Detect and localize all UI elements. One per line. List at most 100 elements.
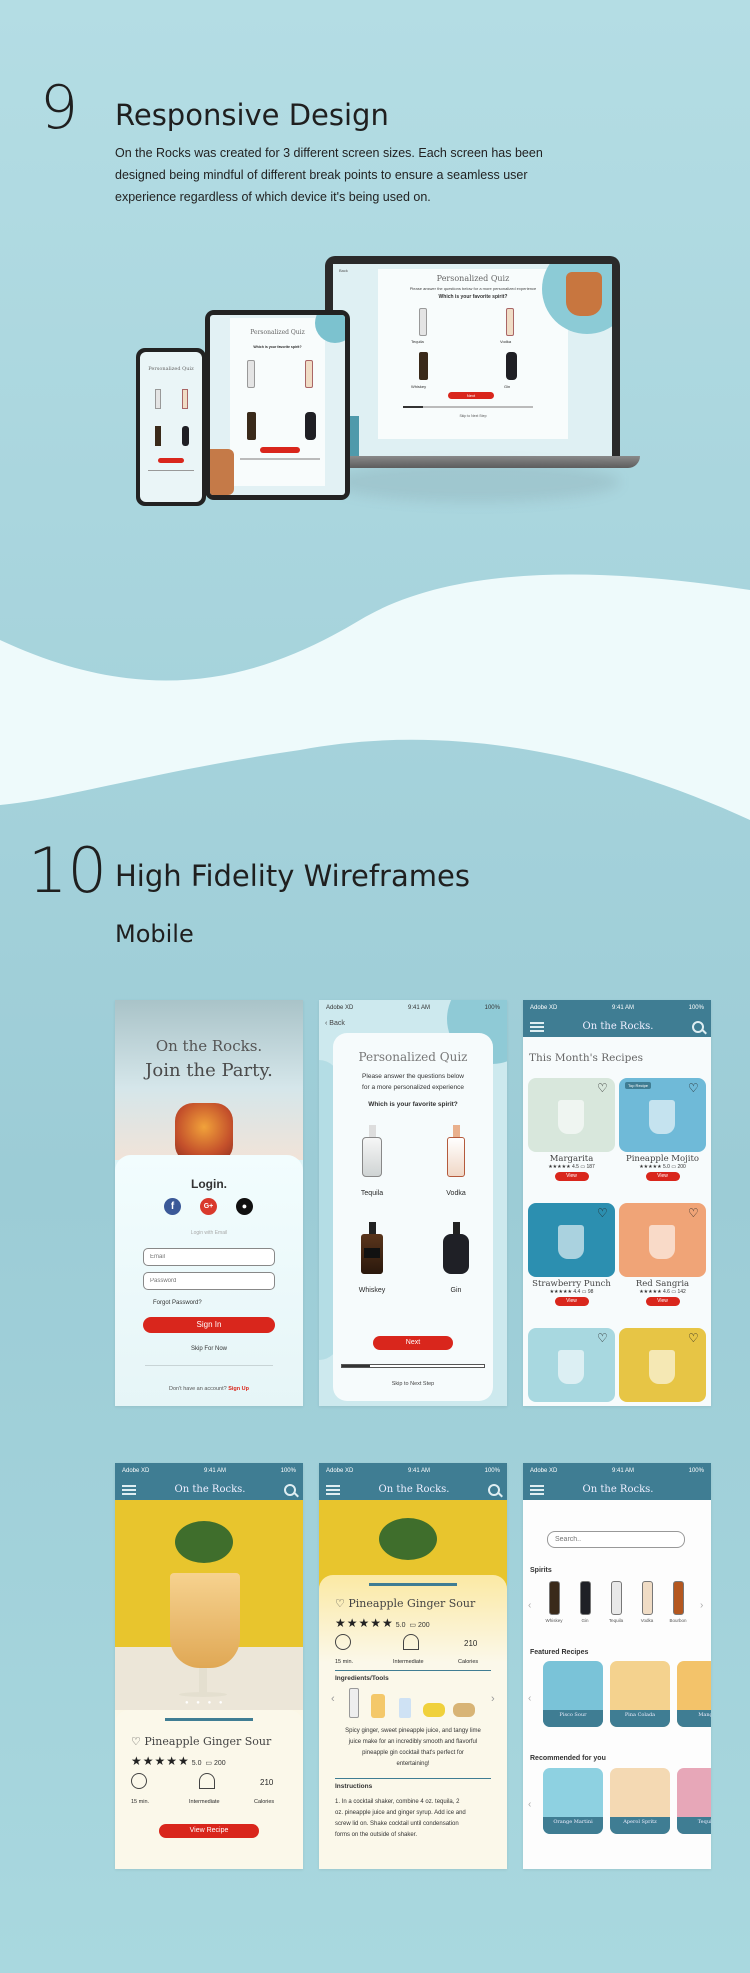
spirit-label: Vodka (640, 1618, 654, 1623)
bottle-image (579, 1581, 591, 1615)
recipe-name: Pisco Sour (543, 1710, 603, 1727)
sign-up-link[interactable]: Sign Up (228, 1386, 249, 1392)
recipe-rating: ★★★★★ 5.0 ▭ 200 (639, 1164, 686, 1170)
search-icon[interactable] (488, 1483, 500, 1496)
recipe-card[interactable]: ♡ (619, 1328, 706, 1402)
quiz-title: Personalized Quiz (358, 1050, 468, 1064)
heart-icon[interactable]: ♡ (688, 1207, 700, 1219)
heart-icon[interactable]: ♡ (597, 1082, 609, 1094)
skip-link[interactable]: Skip For Now (115, 1346, 303, 1352)
chevron-left-icon[interactable]: ‹ (331, 1693, 335, 1705)
menu-icon[interactable] (122, 1484, 136, 1495)
bottle-image (641, 1581, 653, 1615)
brand-title: On the Rocks. (378, 1484, 450, 1495)
brand-title: On the Rocks. (174, 1484, 246, 1495)
back-link[interactable]: ‹ Back (325, 1020, 345, 1027)
option-tequila[interactable]: Tequila (347, 1125, 397, 1197)
option-whiskey[interactable]: Whiskey (347, 1222, 397, 1294)
next-button[interactable]: Next (373, 1336, 453, 1350)
recipe-card[interactable]: Orange Martini (543, 1768, 603, 1834)
menu-icon[interactable] (326, 1484, 340, 1495)
phone-mockup: Personalized Quiz (136, 348, 206, 506)
heart-icon[interactable]: ♡ (597, 1332, 609, 1344)
recipe-card[interactable]: ♡ (528, 1203, 615, 1277)
heart-icon[interactable]: ♡ (131, 1735, 141, 1748)
recipe-name: Strawberry Punch (532, 1279, 611, 1289)
option-gin[interactable]: Gin (431, 1222, 481, 1294)
recipe-card[interactable]: ♡ (528, 1328, 615, 1402)
spirit-item[interactable]: Gin (570, 1581, 600, 1623)
view-button[interactable]: View (645, 1297, 680, 1306)
recipe-card[interactable]: Mango (677, 1661, 711, 1727)
featured-heading: Featured Recipes (530, 1649, 589, 1656)
clock-icon (131, 1773, 147, 1789)
skip-next-step[interactable]: Skip to Next Step (319, 1381, 507, 1387)
cocktail-glass (558, 1100, 584, 1134)
laptop-mockup: Back Personalized Quiz Please answer the… (325, 256, 620, 456)
menu-icon[interactable] (530, 1021, 544, 1032)
recipe-rating: ★★★★★ 4.4 ▭ 98 (549, 1289, 594, 1295)
chevron-left-icon[interactable]: ‹ (528, 1799, 531, 1810)
top-recipe-badge: Top Recipe (625, 1082, 652, 1089)
apple-icon[interactable]: ● (236, 1198, 253, 1215)
heart-icon[interactable]: ♡ (597, 1207, 609, 1219)
spirit-item[interactable]: Tequila (601, 1581, 631, 1623)
heart-icon[interactable]: ♡ (335, 1597, 345, 1610)
menu-icon[interactable] (530, 1484, 544, 1495)
heart-icon[interactable]: ♡ (688, 1332, 700, 1344)
recipe-card[interactable]: Pina Colada (610, 1661, 670, 1727)
recipe-name: Red Sangria (635, 1279, 690, 1289)
spirit-item[interactable]: Vodka (632, 1581, 662, 1623)
cocktail-name: ♡ Pineapple Ginger Sour (335, 1597, 476, 1610)
cocktail-glass (649, 1350, 675, 1384)
recipe-rating: ★★★★★ 4.5 ▭ 187 (548, 1164, 595, 1170)
gauge-icon (403, 1634, 419, 1650)
google-icon[interactable]: G+ (200, 1198, 217, 1215)
heart-icon[interactable]: ♡ (688, 1082, 700, 1094)
recipe-name: Pineapple Mojito (625, 1154, 700, 1164)
chevron-right-icon[interactable]: › (700, 1600, 703, 1611)
quiz-intro: Please answer the questions below for a m… (362, 1073, 464, 1091)
spirit-item[interactable]: Whiskey (539, 1581, 569, 1623)
section-title: Responsive Design (115, 98, 389, 132)
recipe-card[interactable]: Tequila (677, 1768, 711, 1834)
recipe-info: Strawberry Punch ★★★★★ 4.4 ▭ 98 View (528, 1279, 615, 1306)
quiz-question: Which is your favorite spirit? (368, 1101, 458, 1108)
option-vodka[interactable]: Vodka (431, 1125, 481, 1197)
cocktail-name: ♡ Pineapple Ginger Sour (131, 1735, 272, 1748)
section-number: 10 (28, 834, 107, 907)
recipe-card[interactable]: ♡ (619, 1203, 706, 1277)
chevron-left-icon[interactable]: ‹ (528, 1600, 531, 1611)
recipe-card[interactable]: Aperol Spritz (610, 1768, 670, 1834)
bottle-image (672, 1581, 684, 1615)
divider-text: Login with Email (190, 1230, 228, 1236)
chevron-left-icon[interactable]: ‹ (528, 1693, 531, 1704)
recipes-heading: This Month's Recipes (529, 1052, 643, 1064)
forgot-password-link[interactable]: Forgot Password? (153, 1300, 202, 1306)
sign-in-button[interactable]: Sign In (143, 1317, 275, 1333)
recipe-card[interactable]: ♡ Top Recipe (619, 1078, 706, 1152)
recipe-card[interactable]: ♡ (528, 1078, 615, 1152)
recipes-screen: Adobe XD 9:41 AM 100% On the Rocks. This M… (523, 1000, 711, 1406)
facebook-icon[interactable]: f (164, 1198, 181, 1215)
view-button[interactable]: View (554, 1297, 589, 1306)
recipe-name: Orange Martini (543, 1817, 603, 1834)
view-button[interactable]: View (645, 1172, 680, 1181)
spirit-label: Bourbon (669, 1618, 687, 1623)
search-icon[interactable] (284, 1483, 296, 1496)
view-recipe-button[interactable]: View Recipe (159, 1824, 259, 1838)
spirits-carousel: Whiskey Gin Tequila Vodka Bourbon (539, 1581, 695, 1631)
search-icon[interactable] (692, 1020, 704, 1033)
password-field[interactable] (143, 1272, 275, 1290)
spirit-item[interactable]: Bourbon (663, 1581, 693, 1623)
tablet-mockup: Personalized Quiz Which is your favorite… (205, 310, 350, 500)
view-button[interactable]: View (554, 1172, 589, 1181)
browse-screen: Adobe XD9:41 AM100% On the Rocks. Spirit… (523, 1463, 711, 1869)
chevron-right-icon[interactable]: › (491, 1693, 495, 1705)
recipe-name: Tequila (677, 1817, 711, 1834)
ingredient-bottle (349, 1688, 359, 1718)
recipe-card[interactable]: Pisco Sour (543, 1661, 603, 1727)
search-input[interactable] (547, 1531, 685, 1548)
email-field[interactable] (143, 1248, 275, 1266)
gauge-icon (199, 1773, 215, 1789)
